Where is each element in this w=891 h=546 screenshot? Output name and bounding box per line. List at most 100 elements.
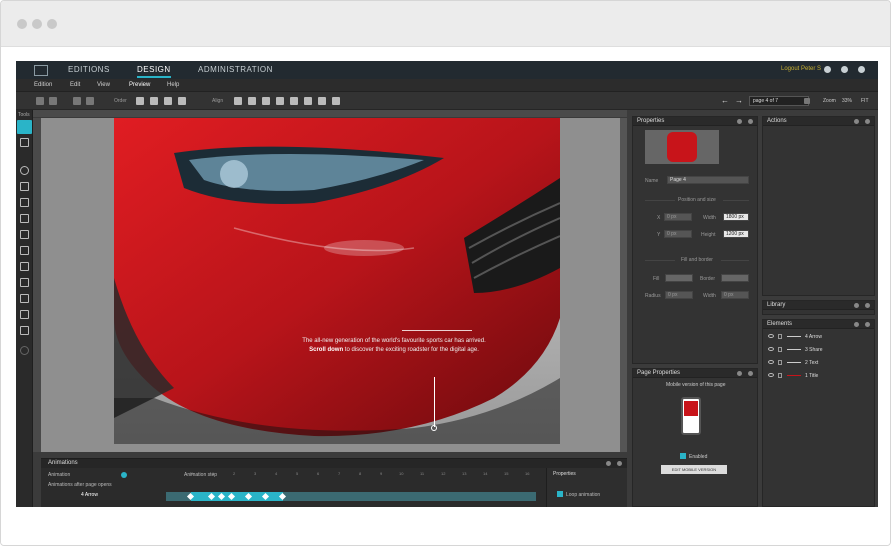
scroll-arrow-line[interactable] xyxy=(434,377,435,427)
user-logout-link[interactable]: Logout Peter S xyxy=(781,66,821,72)
gallery-tool-icon[interactable] xyxy=(20,230,29,239)
x-label: X xyxy=(657,215,661,221)
copy-icon[interactable] xyxy=(73,97,81,105)
align-middle-icon[interactable] xyxy=(290,97,298,105)
embed-tool-icon[interactable] xyxy=(20,262,29,271)
element-row[interactable]: 2 Text xyxy=(763,358,874,368)
y-label: Y xyxy=(657,232,661,238)
align-center-icon[interactable] xyxy=(248,97,256,105)
distribute-vertical-icon[interactable] xyxy=(332,97,340,105)
visibility-eye-icon[interactable] xyxy=(768,373,774,377)
border-color-swatch[interactable] xyxy=(721,274,749,282)
send-backward-icon[interactable] xyxy=(164,97,172,105)
width-input[interactable]: 1800 px xyxy=(723,213,749,221)
notification-icon[interactable] xyxy=(841,66,848,73)
image-tool-icon[interactable] xyxy=(20,214,29,223)
hotspot-tool-icon[interactable] xyxy=(20,326,29,335)
actions-header: Actions xyxy=(763,117,874,126)
x-input[interactable]: 0 px xyxy=(664,213,692,221)
ellipse-tool-icon[interactable] xyxy=(20,166,29,175)
properties-settings-icon[interactable] xyxy=(737,119,742,124)
elements-settings-icon[interactable] xyxy=(854,322,859,327)
button-tool-icon[interactable] xyxy=(20,294,29,303)
bring-front-icon[interactable] xyxy=(136,97,144,105)
library-settings-icon[interactable] xyxy=(854,303,859,308)
border-width-input[interactable]: 0 px xyxy=(721,291,749,299)
fit-button[interactable]: FIT xyxy=(861,98,869,104)
text-tool-icon[interactable] xyxy=(20,198,29,207)
zoom-tool-icon[interactable] xyxy=(20,310,29,319)
properties-close-icon[interactable] xyxy=(748,119,753,124)
radius-input[interactable]: 0 px xyxy=(665,291,693,299)
grid-icon[interactable] xyxy=(804,98,810,104)
scroll-arrow-icon[interactable] xyxy=(431,425,437,431)
page-properties-settings-icon[interactable] xyxy=(737,371,742,376)
lock-icon[interactable] xyxy=(778,347,782,352)
lock-icon[interactable] xyxy=(778,334,782,339)
zoom-value[interactable]: 33% xyxy=(842,98,852,104)
prev-page-icon[interactable]: ← xyxy=(721,96,729,105)
menu-help[interactable]: Help xyxy=(167,82,179,88)
audio-tool-icon[interactable] xyxy=(20,278,29,287)
page-body-text[interactable]: The all-new generation of the world's fa… xyxy=(294,337,494,355)
loop-checkbox[interactable] xyxy=(557,491,563,497)
visibility-eye-icon[interactable] xyxy=(768,334,774,338)
transform-tool-icon[interactable] xyxy=(20,138,29,147)
elements-close-icon[interactable] xyxy=(865,322,870,327)
element-row[interactable]: 4 Arrow xyxy=(763,332,874,342)
send-back-icon[interactable] xyxy=(178,97,186,105)
elements-header: Elements xyxy=(763,320,874,329)
align-top-icon[interactable] xyxy=(276,97,284,105)
bring-forward-icon[interactable] xyxy=(150,97,158,105)
settings-tool-icon[interactable] xyxy=(20,346,29,355)
y-input[interactable]: 0 px xyxy=(664,230,692,238)
element-row[interactable]: 3 Share xyxy=(763,345,874,355)
align-right-icon[interactable] xyxy=(262,97,270,105)
select-tool-icon[interactable] xyxy=(17,120,32,134)
lock-icon[interactable] xyxy=(778,360,782,365)
menu-edition[interactable]: Edition xyxy=(34,82,52,88)
actions-settings-icon[interactable] xyxy=(854,119,859,124)
menu-edit[interactable]: Edit xyxy=(70,82,80,88)
user-icon[interactable] xyxy=(824,66,831,73)
visibility-eye-icon[interactable] xyxy=(768,360,774,364)
height-input[interactable]: 1200 px xyxy=(723,230,749,238)
visibility-eye-icon[interactable] xyxy=(768,347,774,351)
library-close-icon[interactable] xyxy=(865,303,870,308)
animation-row-arrow[interactable]: 4 Arrow xyxy=(81,492,98,498)
paste-icon[interactable] xyxy=(86,97,94,105)
lock-icon[interactable] xyxy=(778,373,782,378)
page-properties-close-icon[interactable] xyxy=(748,371,753,376)
page-preview[interactable]: The all-new generation of the world's fa… xyxy=(114,118,560,444)
animations-close-icon[interactable] xyxy=(617,461,622,466)
timeline-tick: 7 xyxy=(338,471,341,476)
actions-close-icon[interactable] xyxy=(865,119,870,124)
design-canvas[interactable]: The all-new generation of the world's fa… xyxy=(41,118,627,452)
nav-design[interactable]: DESIGN xyxy=(137,65,171,78)
edit-mobile-version-button[interactable]: EDIT MOBILE VERSION xyxy=(661,465,727,474)
add-animation-icon[interactable] xyxy=(121,472,127,478)
next-page-icon[interactable]: → xyxy=(735,96,743,105)
redo-icon[interactable] xyxy=(49,97,57,105)
rectangle-tool-icon[interactable] xyxy=(20,182,29,191)
undo-icon[interactable] xyxy=(36,97,44,105)
nav-editions[interactable]: EDITIONS xyxy=(68,65,110,74)
align-bottom-icon[interactable] xyxy=(304,97,312,105)
menu-view[interactable]: View xyxy=(97,82,110,88)
align-left-icon[interactable] xyxy=(234,97,242,105)
animation-segment[interactable] xyxy=(191,492,283,501)
fill-color-swatch[interactable] xyxy=(665,274,693,282)
enabled-checkbox[interactable] xyxy=(680,453,686,459)
video-tool-icon[interactable] xyxy=(20,246,29,255)
distribute-horizontal-icon[interactable] xyxy=(318,97,326,105)
element-row[interactable]: 1 Title xyxy=(763,371,874,381)
name-input[interactable]: Page 4 xyxy=(667,176,749,184)
animations-settings-icon[interactable] xyxy=(606,461,611,466)
canvas-scrollbar[interactable] xyxy=(620,118,627,452)
menu-preview[interactable]: Preview xyxy=(129,82,150,88)
page-select[interactable]: page 4 of 7 xyxy=(749,96,809,106)
help-icon[interactable] xyxy=(858,66,865,73)
nav-administration[interactable]: ADMINISTRATION xyxy=(198,65,273,74)
timeline-tick: 5 xyxy=(296,471,299,476)
app-logo-icon[interactable] xyxy=(34,65,48,76)
